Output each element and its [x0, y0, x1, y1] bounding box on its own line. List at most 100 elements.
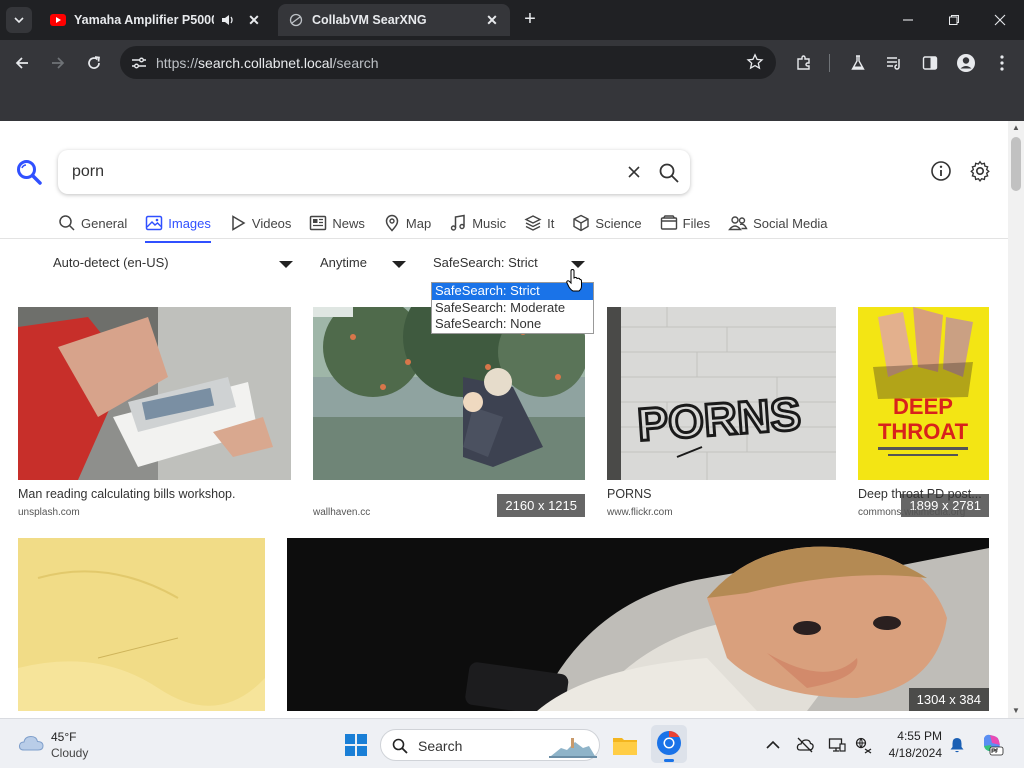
clock-time[interactable]: 4:55 PM: [886, 729, 942, 743]
tab-general[interactable]: General: [58, 209, 127, 237]
url-scheme: https://: [156, 54, 199, 71]
address-bar[interactable]: https://search.collabnet.local/search: [120, 46, 776, 79]
language-select-value: Auto-detect (en-US): [53, 255, 169, 270]
image-result[interactable]: DEEP THROAT 1899 x 2781 Deep throat PD p…: [858, 307, 989, 518]
cloud-icon[interactable]: [18, 733, 44, 753]
searxng-logo-icon[interactable]: [16, 159, 42, 185]
avatar-icon: [957, 54, 975, 72]
display-icon[interactable]: [828, 736, 846, 754]
tab-label: Files: [682, 215, 711, 231]
language-select[interactable]: Auto-detect (en-US): [53, 255, 295, 273]
speaker-icon[interactable]: [220, 12, 236, 28]
gear-icon[interactable]: [969, 160, 991, 182]
scroll-up-arrow[interactable]: ▲: [1011, 123, 1021, 133]
more-vert-icon: [1000, 55, 1004, 71]
scrollbar-thumb[interactable]: [1011, 137, 1021, 191]
result-thumbnail[interactable]: [287, 538, 989, 711]
tab-title: CollabVM SearXNG: [312, 13, 427, 27]
close-icon[interactable]: ✕: [484, 12, 500, 28]
minimize-button[interactable]: [888, 6, 928, 34]
reload-button[interactable]: [81, 50, 107, 76]
safesearch-option-none[interactable]: SafeSearch: None: [432, 316, 593, 333]
search-highlight-icon: [549, 738, 597, 758]
time-range-select[interactable]: Anytime: [320, 255, 408, 273]
result-title[interactable]: Man reading calculating bills workshop.: [18, 487, 291, 501]
back-button[interactable]: [9, 50, 35, 76]
chrome-taskbar-button[interactable]: [651, 725, 687, 763]
tab-yamaha[interactable]: Yamaha Amplifier P5000S Te ✕: [40, 4, 272, 36]
result-thumbnail[interactable]: [18, 538, 265, 711]
play-icon: [229, 214, 247, 232]
result-thumbnail[interactable]: DEEP THROAT: [858, 307, 989, 480]
clock-date[interactable]: 4/18/2024: [880, 746, 942, 760]
result-title[interactable]: PORNS: [607, 487, 836, 501]
tab-videos[interactable]: Videos: [229, 209, 291, 237]
weather-description[interactable]: Cloudy: [51, 746, 88, 760]
tab-it[interactable]: It: [524, 209, 554, 237]
tab-label: Images: [168, 215, 211, 231]
tab-searxng[interactable]: CollabVM SearXNG ✕: [278, 4, 510, 36]
restore-button[interactable]: [934, 6, 974, 34]
tab-images[interactable]: Images: [145, 209, 211, 243]
close-window-button[interactable]: [980, 6, 1020, 34]
new-tab-button[interactable]: +: [518, 8, 542, 32]
chevron-up-icon[interactable]: [764, 736, 782, 754]
result-thumbnail[interactable]: PORNS: [607, 307, 836, 480]
bookmark-star-icon[interactable]: [746, 53, 764, 71]
image-result[interactable]: 2160 x 1215 wallhaven.cc: [313, 307, 585, 518]
tab-news[interactable]: News: [309, 209, 365, 237]
side-panel-button[interactable]: [917, 50, 943, 76]
site-info-icon[interactable]: [130, 54, 148, 72]
safesearch-select[interactable]: SafeSearch: Strict: [433, 255, 587, 273]
tab-science[interactable]: Science: [572, 209, 642, 237]
tab-music[interactable]: Music: [449, 209, 506, 237]
info-icon[interactable]: [930, 160, 952, 182]
forward-button[interactable]: [45, 50, 71, 76]
network-icon[interactable]: [855, 736, 873, 754]
safesearch-option-moderate[interactable]: SafeSearch: Moderate: [432, 300, 593, 317]
result-thumbnail[interactable]: [18, 307, 291, 480]
cloud-offline-icon[interactable]: [796, 736, 814, 754]
tab-map[interactable]: Map: [383, 209, 431, 237]
poster-title-line1: DEEP: [893, 394, 953, 419]
taskbar-search-box[interactable]: Search: [380, 729, 600, 761]
searxng-page: General Images Videos News Map Music It: [0, 121, 1008, 718]
music-icon: [449, 214, 467, 232]
image-result[interactable]: Man reading calculating bills workshop. …: [18, 307, 291, 518]
clear-icon[interactable]: [624, 162, 644, 182]
search-icon[interactable]: [658, 162, 680, 184]
file-explorer-icon[interactable]: [611, 731, 639, 759]
search-input[interactable]: [72, 160, 592, 184]
arrow-right-icon: [52, 57, 65, 69]
active-app-indicator: [664, 759, 674, 762]
copilot-icon[interactable]: [980, 732, 1004, 756]
labs-button[interactable]: [845, 50, 871, 76]
caret-down-icon: [571, 261, 585, 268]
hand-pointer-icon: [566, 269, 582, 292]
tab-social-media[interactable]: Social Media: [728, 209, 828, 237]
image-result[interactable]: PORNS PORNS www.flickr.com: [607, 307, 836, 518]
result-title[interactable]: Deep throat PD post...: [858, 487, 989, 501]
tab-label: Science: [595, 215, 642, 231]
image-result[interactable]: [18, 538, 265, 718]
tab-files[interactable]: Files: [660, 209, 710, 237]
notification-bell-icon[interactable]: [948, 736, 966, 754]
tab-label: Music: [472, 215, 507, 231]
reload-icon: [88, 56, 100, 69]
tab-title: Yamaha Amplifier P5000S Te: [74, 13, 214, 27]
windows-taskbar: 45°F Cloudy Search 4:55 PM 4/18/2024: [0, 718, 1024, 768]
profile-button[interactable]: [953, 50, 979, 76]
windows-start-icon[interactable]: [344, 733, 368, 757]
browser-toolbar: https://search.collabnet.local/search: [0, 40, 1024, 86]
result-source: www.flickr.com: [607, 507, 673, 518]
menu-button[interactable]: [989, 50, 1015, 76]
weather-temperature[interactable]: 45°F: [51, 730, 76, 744]
extensions-button[interactable]: [791, 50, 817, 76]
page-scrollbar[interactable]: ▲ ▼: [1008, 121, 1024, 718]
media-control-button[interactable]: [881, 50, 907, 76]
chrome-icon: [657, 731, 681, 755]
scroll-down-arrow[interactable]: ▼: [1011, 706, 1021, 716]
image-result[interactable]: 1304 x 384: [287, 538, 989, 718]
close-icon[interactable]: ✕: [246, 12, 262, 28]
tab-search-button[interactable]: [6, 7, 32, 33]
